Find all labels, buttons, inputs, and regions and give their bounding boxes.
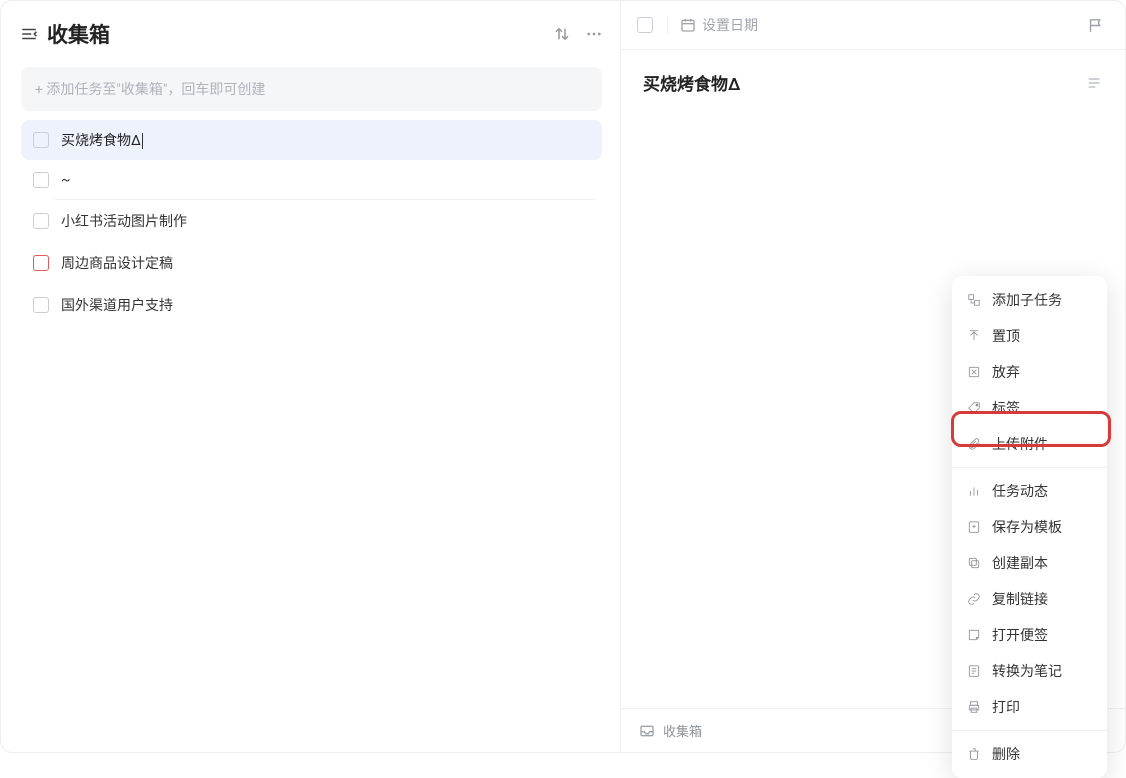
menu-item-link[interactable]: 复制链接 [952,581,1107,617]
delete-icon [966,746,982,762]
calendar-icon [680,17,696,33]
menu-item-template[interactable]: 保存为模板 [952,509,1107,545]
pin-icon [966,328,982,344]
menu-label: 放弃 [992,362,1020,382]
outline-icon[interactable] [1085,74,1103,92]
menu-item-attachment[interactable]: 上传附件 [952,426,1107,462]
menu-item-duplicate[interactable]: 创建副本 [952,545,1107,581]
menu-item-delete[interactable]: 删除 [952,736,1107,772]
task-label[interactable]: 买烧烤食物Δ [61,130,590,150]
activity-icon [966,483,982,499]
task-row[interactable]: 周边商品设计定稿 [21,243,602,283]
sidebar-toggle-icon[interactable] [19,24,39,44]
menu-item-note[interactable]: 转换为笔记 [952,653,1107,689]
task-row[interactable]: 国外渠道用户支持 [21,285,602,325]
task-row[interactable]: 买烧烤食物Δ [21,120,602,160]
left-panel: 收集箱 + 添加任务至"收集箱"，回车即可创建 买烧烤食物Δ ~ [1,1,621,752]
sort-icon[interactable] [552,24,572,44]
task-label[interactable]: 国外渠道用户支持 [61,295,590,315]
footer-list-label[interactable]: 收集箱 [663,721,702,740]
task-label[interactable]: ~ [61,172,590,188]
flag-icon[interactable] [1085,15,1105,35]
link-icon [966,591,982,607]
duplicate-icon [966,555,982,571]
menu-item-tag[interactable]: 标签 [952,390,1107,426]
right-panel: 设置日期 买烧烤食物Δ 收集箱 [621,1,1125,752]
menu-label: 上传附件 [992,434,1048,454]
menu-item-sticky[interactable]: 打开便签 [952,617,1107,653]
inbox-icon [639,723,655,739]
left-header: 收集箱 [11,15,612,61]
task-label[interactable]: 周边商品设计定稿 [61,253,590,273]
menu-label: 创建副本 [992,553,1048,573]
menu-item-abandon[interactable]: 放弃 [952,354,1107,390]
detail-header: 设置日期 [621,1,1125,50]
sticky-icon [966,627,982,643]
menu-label: 添加子任务 [992,290,1062,310]
menu-item-subtask[interactable]: 添加子任务 [952,282,1107,318]
detail-title-row: 买烧烤食物Δ [621,50,1125,103]
menu-divider [952,467,1107,468]
menu-item-pin[interactable]: 置顶 [952,318,1107,354]
set-date-button[interactable]: 设置日期 [680,15,1085,35]
tag-icon [966,400,982,416]
template-icon [966,519,982,535]
detail-title[interactable]: 买烧烤食物Δ [643,70,1085,95]
task-row[interactable]: 小红书活动图片制作 [21,201,602,241]
context-menu: 添加子任务 置顶 放弃 标签 上传附件 任务动态 [952,276,1107,778]
checkbox-icon[interactable] [33,172,49,188]
attachment-icon [966,436,982,452]
abandon-icon [966,364,982,380]
menu-item-print[interactable]: 打印 [952,689,1107,725]
subtask-icon [966,292,982,308]
checkbox-icon[interactable] [33,132,49,148]
task-list: 买烧烤食物Δ ~ 小红书活动图片制作 周边商品设计定稿 国外渠道用户支持 [11,119,612,326]
menu-label: 置顶 [992,326,1020,346]
menu-item-activity[interactable]: 任务动态 [952,473,1107,509]
print-icon [966,699,982,715]
menu-label: 转换为笔记 [992,661,1062,681]
menu-label: 打开便签 [992,625,1048,645]
checkbox-icon[interactable] [33,213,49,229]
checkbox-icon[interactable] [33,255,49,271]
menu-label: 任务动态 [992,481,1048,501]
note-icon [966,663,982,679]
task-label[interactable]: 小红书活动图片制作 [61,211,590,231]
task-row[interactable]: ~ [21,162,602,198]
menu-label: 保存为模板 [992,517,1062,537]
menu-divider [952,730,1107,731]
menu-label: 复制链接 [992,589,1048,609]
more-icon[interactable] [584,24,604,44]
menu-label: 标签 [992,398,1020,418]
add-task-input[interactable]: + 添加任务至"收集箱"，回车即可创建 [21,67,602,111]
menu-label: 删除 [992,744,1020,764]
page-title: 收集箱 [47,19,552,49]
date-label: 设置日期 [702,15,758,35]
checkbox-icon[interactable] [33,297,49,313]
menu-label: 打印 [992,697,1020,717]
detail-checkbox[interactable] [637,17,653,33]
